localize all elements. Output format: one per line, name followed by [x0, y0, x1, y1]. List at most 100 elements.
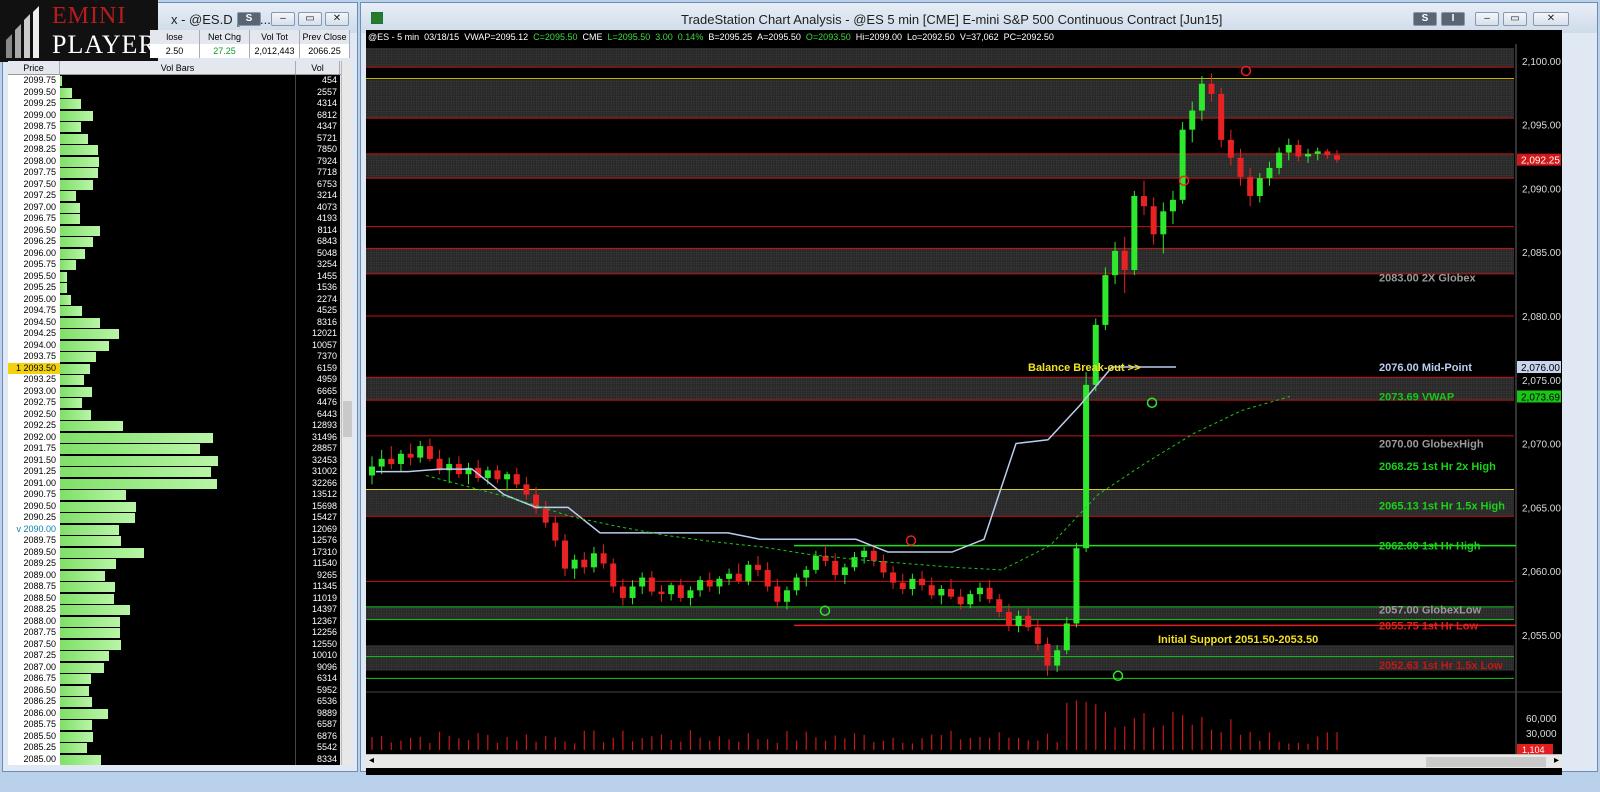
ladder-row[interactable]: 2093.00 6665: [8, 385, 340, 397]
ladder-row[interactable]: 2088.75 11345: [8, 581, 340, 593]
ladder-row[interactable]: 2086.75 6314: [8, 673, 340, 685]
ladder-row[interactable]: 2087.25 10010: [8, 650, 340, 662]
status-field: CME: [582, 32, 603, 42]
maximize-button[interactable]: ▭: [298, 12, 322, 26]
ladder-price: 2085.50: [8, 730, 60, 742]
ladder-row[interactable]: 2094.00 10057: [8, 339, 340, 351]
ladder-row[interactable]: 2087.75 12256: [8, 627, 340, 639]
ladder-row[interactable]: 2086.00 9889: [8, 707, 340, 719]
ladder-row[interactable]: 2095.50 1455: [8, 270, 340, 282]
ladder-row[interactable]: 2096.50 8114: [8, 224, 340, 236]
ladder-row[interactable]: 2091.25 31002: [8, 466, 340, 478]
ladder-row[interactable]: 2088.25 14397: [8, 604, 340, 616]
ladder-row[interactable]: 2091.75 28857: [8, 443, 340, 455]
ladder-row[interactable]: 2085.25 5542: [8, 742, 340, 754]
ladder-row[interactable]: 2092.50 6443: [8, 408, 340, 420]
ladder-row[interactable]: 2090.75 13512: [8, 489, 340, 501]
scroll-right-arrow[interactable]: ▸: [1554, 755, 1559, 766]
level-label: 2065.13 1st Hr 1.5x High: [1379, 501, 1505, 513]
vol-column-header[interactable]: Vol: [296, 61, 340, 74]
ladder-row[interactable]: 2096.75 4193: [8, 213, 340, 225]
ladder-row[interactable]: 2087.00 9096: [8, 661, 340, 673]
ladder-row[interactable]: 2095.25 1536: [8, 282, 340, 294]
ladder-row[interactable]: 2093.25 4959: [8, 374, 340, 386]
ladder-row[interactable]: 2094.50 8316: [8, 316, 340, 328]
close-button[interactable]: ✕: [325, 12, 349, 26]
volume-bar: [1268, 732, 1271, 750]
ladder-row[interactable]: 2094.25 12021: [8, 328, 340, 340]
ladder-row[interactable]: 2087.50 12550: [8, 638, 340, 650]
ladder-row[interactable]: 2097.75 7718: [8, 167, 340, 179]
chart-area[interactable]: @ES - 5 min 03/18/15 VWAP=2095.12 C=2095.50…: [366, 30, 1562, 775]
ladder-row[interactable]: 2099.50 2557: [8, 86, 340, 98]
volume-bar: [60, 398, 82, 408]
ladder-row[interactable]: 2091.00 32266: [8, 477, 340, 489]
ladder-row[interactable]: 2085.00 8334: [8, 753, 340, 765]
ladder-row[interactable]: 2089.00 9265: [8, 569, 340, 581]
volume-bar: [60, 720, 93, 730]
ladder-price: 2095.25: [8, 282, 60, 294]
ladder-row[interactable]: 2090.50 15698: [8, 500, 340, 512]
ladder-volume: 4314: [316, 98, 337, 108]
ladder-row[interactable]: 2099.75 454: [8, 75, 340, 87]
volume-bar: [921, 738, 923, 750]
ladder-volume: 17310: [311, 546, 337, 557]
ladder-row[interactable]: 2096.25 6843: [8, 236, 340, 248]
volbars-column-header[interactable]: Vol Bars: [60, 61, 296, 74]
volume-bar: [612, 737, 614, 750]
maximize-button[interactable]: ▭: [1503, 12, 1527, 26]
ladder-row[interactable]: 2099.00 6812: [8, 109, 340, 121]
close-button[interactable]: ✕: [1533, 12, 1569, 26]
ladder-row[interactable]: 2098.00 7924: [8, 155, 340, 167]
ladder-row[interactable]: 2095.75 3254: [8, 259, 340, 271]
ladder-row[interactable]: 2091.50 32453: [8, 454, 340, 466]
level-label: 2068.25 1st Hr 2x High: [1379, 461, 1496, 473]
ladder-row[interactable]: 2085.50 6876: [8, 730, 340, 742]
ladder-row[interactable]: 2097.00 4073: [8, 201, 340, 213]
scroll-left-arrow[interactable]: ◂: [369, 755, 374, 766]
price-chart[interactable]: 2083.00 2X Globex 2076.00 Mid-Point 2073.6…: [366, 44, 1562, 768]
ladder-row[interactable]: 2085.75 6587: [8, 719, 340, 731]
ladder-row[interactable]: 2086.50 5952: [8, 684, 340, 696]
ladder-row[interactable]: 2099.25 4314: [8, 98, 340, 110]
ladder-row[interactable]: 2092.75 4476: [8, 397, 340, 409]
ladder-row[interactable]: 2092.25 12893: [8, 420, 340, 432]
candle-body: [1179, 129, 1186, 200]
ladder-row[interactable]: 2098.75 4347: [8, 121, 340, 133]
minimize-button[interactable]: –: [1475, 12, 1499, 26]
y-tick-label: 2,065.00: [1522, 503, 1561, 514]
ladder-row[interactable]: 2092.00 31496: [8, 431, 340, 443]
symbol-menu-button[interactable]: S: [237, 12, 261, 26]
ladder-row[interactable]: 2088.50 11019: [8, 592, 340, 604]
volume-bar: [1133, 718, 1135, 750]
ladder-row[interactable]: 2089.75 12576: [8, 535, 340, 547]
ladder-scrollbar[interactable]: [341, 61, 352, 765]
ladder-row[interactable]: 2090.25 15427: [8, 512, 340, 524]
symbol-menu-button[interactable]: S: [1413, 12, 1437, 26]
ladder-row[interactable]: 2096.00 5048: [8, 247, 340, 259]
minimize-button[interactable]: –: [271, 12, 295, 26]
ladder-row[interactable]: 2094.75 4525: [8, 305, 340, 317]
volume-bar: [902, 742, 904, 750]
scroll-thumb[interactable]: [343, 401, 352, 437]
ladder-row[interactable]: 2089.50 17310: [8, 546, 340, 558]
chart-titlebar[interactable]: TradeStation Chart Analysis - @ES 5 min …: [361, 3, 1597, 33]
ladder-row[interactable]: 2089.25 11540: [8, 558, 340, 570]
insert-menu-button[interactable]: I: [1441, 12, 1465, 26]
ladder-row[interactable]: 1 2093.50 6159: [8, 362, 340, 374]
ladder-row[interactable]: 2098.25 7850: [8, 144, 340, 156]
volume-bar: [371, 737, 373, 750]
price-column-header[interactable]: Price: [8, 61, 60, 74]
ladder-row[interactable]: 2093.75 7370: [8, 351, 340, 363]
chart-horizontal-scrollbar[interactable]: ◂ ▸: [366, 754, 1562, 768]
ladder-row[interactable]: 2088.00 12367: [8, 615, 340, 627]
price-ladder[interactable]: 2099.75 454 2099.50 2557 2099.25 4314 2099.00 6…: [8, 75, 340, 765]
scroll-thumb[interactable]: [1426, 757, 1546, 767]
ladder-row[interactable]: v 2090.00 12069: [8, 523, 340, 535]
ladder-row[interactable]: 2097.50 6753: [8, 178, 340, 190]
ladder-row[interactable]: 2098.50 5721: [8, 132, 340, 144]
ladder-row[interactable]: 2086.25 6536: [8, 696, 340, 708]
ladder-row[interactable]: 2095.00 2274: [8, 293, 340, 305]
volume-bar: [670, 740, 672, 750]
ladder-row[interactable]: 2097.25 3214: [8, 190, 340, 202]
